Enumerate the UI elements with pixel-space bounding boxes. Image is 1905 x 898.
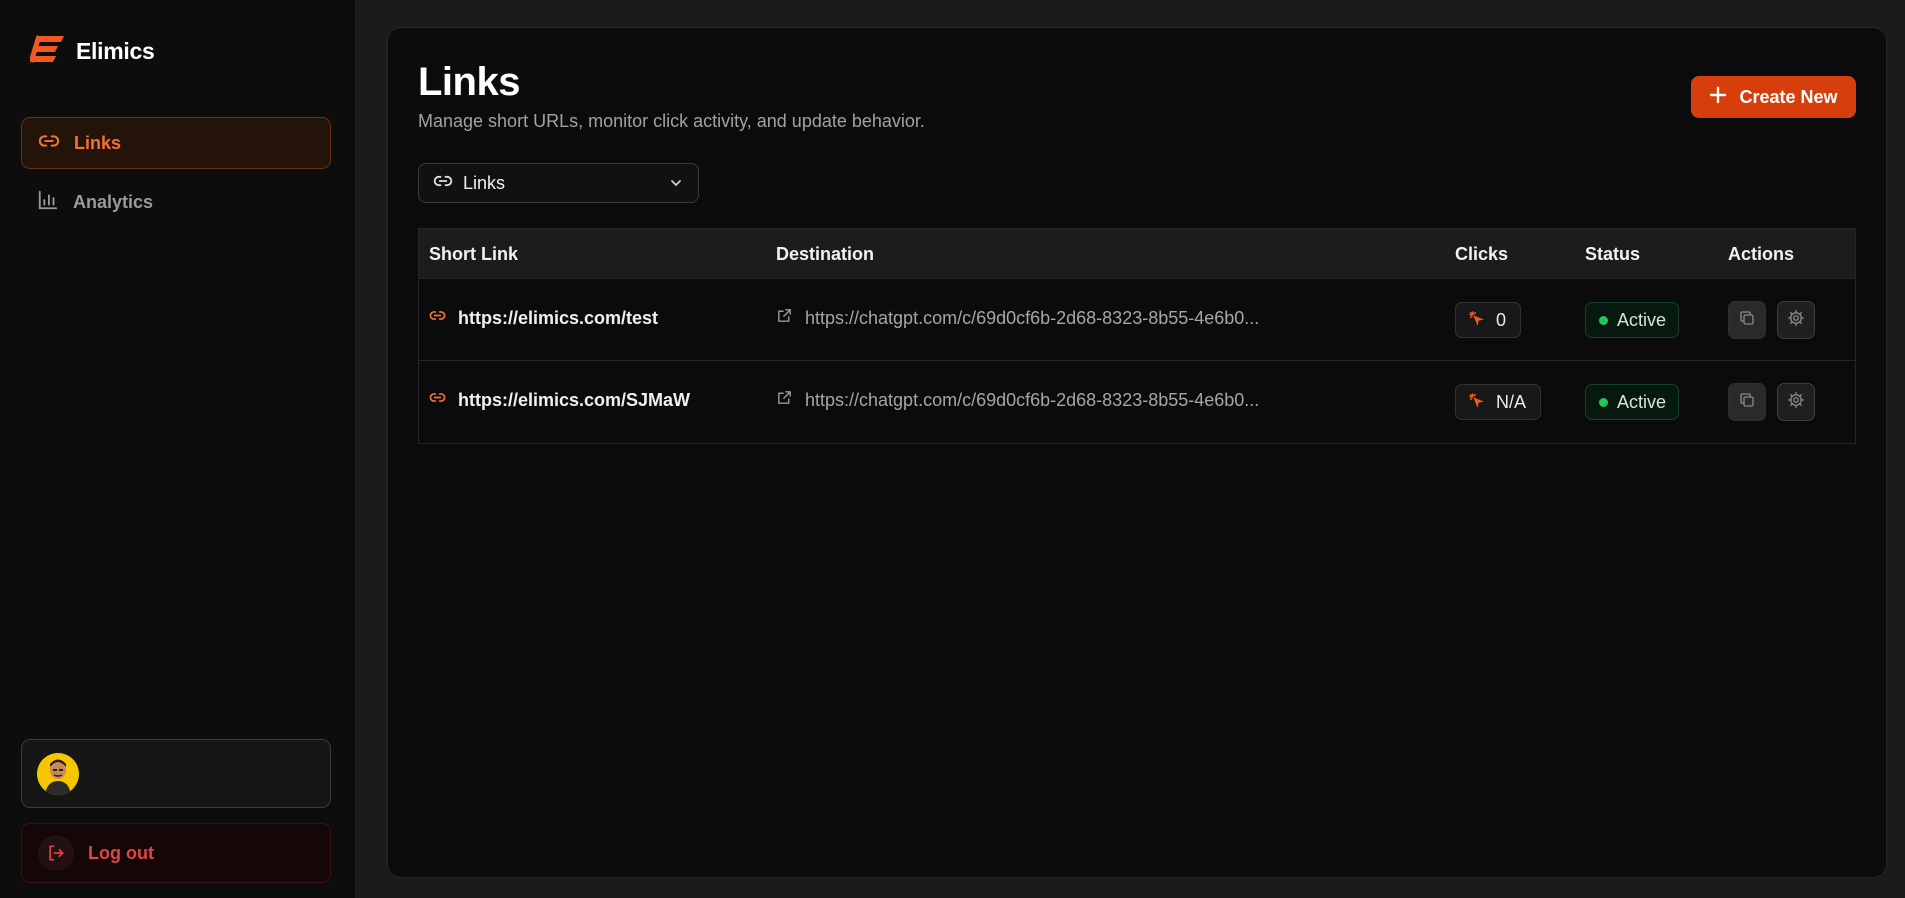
logout-label: Log out — [88, 842, 154, 863]
column-header-status: Status — [1585, 244, 1641, 264]
page-title: Links — [418, 60, 520, 104]
page-subtitle: Manage short URLs, monitor click activit… — [418, 111, 925, 131]
destination-text: https://chatgpt.com/c/69d0cf6b-2d68-8323… — [805, 389, 1260, 410]
table-row: https://elimics.com/test https://chatgpt… — [419, 279, 1855, 361]
sidebar-item-label: Analytics — [73, 191, 154, 212]
link-icon — [433, 171, 453, 196]
create-new-label: Create New — [1739, 86, 1838, 107]
table-header: Short Link Destination Clicks Status Act… — [419, 229, 1855, 279]
status-dot-icon — [1599, 397, 1608, 407]
logout-icon — [38, 835, 74, 871]
copy-button[interactable] — [1728, 383, 1766, 421]
column-header-actions: Actions — [1728, 244, 1795, 264]
link-icon — [429, 307, 446, 329]
column-header-clicks: Clicks — [1455, 244, 1509, 264]
status-badge: Active — [1585, 384, 1680, 420]
plus-icon — [1709, 86, 1727, 109]
status-badge: Active — [1585, 302, 1680, 338]
view-select-value: Links — [463, 172, 506, 193]
links-table: Short Link Destination Clicks Status Act… — [418, 228, 1856, 444]
chevron-down-icon — [668, 175, 684, 196]
clicks-value: N/A — [1496, 391, 1527, 412]
short-link-text: https://elimics.com/test — [458, 307, 659, 328]
copy-icon — [1738, 391, 1756, 414]
column-header-short-link: Short Link — [429, 244, 518, 264]
copy-icon — [1738, 309, 1756, 332]
elimics-logo-icon — [28, 34, 66, 69]
brand-name: Elimics — [76, 38, 155, 64]
short-link[interactable]: https://elimics.com/SJMaW — [429, 389, 690, 411]
settings-button[interactable] — [1777, 383, 1815, 421]
logout-button[interactable]: Log out — [21, 823, 331, 883]
link-icon — [429, 389, 446, 411]
profile-card[interactable] — [21, 739, 331, 808]
external-link-icon — [776, 307, 793, 329]
sidebar-item-label: Links — [74, 132, 122, 153]
view-select[interactable]: Links — [418, 163, 699, 203]
status-text: Active — [1617, 309, 1667, 330]
status-dot-icon — [1599, 315, 1608, 325]
main-panel: Links Manage short URLs, monitor click a… — [387, 27, 1887, 878]
create-new-button[interactable]: Create New — [1691, 76, 1856, 118]
link-icon — [38, 130, 60, 157]
bar-chart-icon — [37, 189, 59, 216]
destination-link[interactable]: https://chatgpt.com/c/69d0cf6b-2d68-8323… — [776, 307, 1259, 329]
brand[interactable]: Elimics — [28, 34, 155, 69]
cursor-click-icon — [1468, 310, 1484, 331]
clicks-badge: 0 — [1455, 302, 1522, 338]
status-text: Active — [1617, 391, 1667, 412]
avatar — [37, 753, 79, 795]
destination-link[interactable]: https://chatgpt.com/c/69d0cf6b-2d68-8323… — [776, 389, 1259, 411]
sidebar-item-analytics[interactable]: Analytics — [21, 176, 331, 228]
table-row: https://elimics.com/SJMaW https://chatgp… — [419, 361, 1855, 443]
sidebar-item-links[interactable]: Links — [21, 117, 331, 169]
gear-icon — [1787, 391, 1805, 414]
external-link-icon — [776, 389, 793, 411]
column-header-destination: Destination — [776, 244, 875, 264]
copy-button[interactable] — [1728, 301, 1766, 339]
cursor-click-icon — [1468, 392, 1484, 413]
gear-icon — [1787, 309, 1805, 332]
short-link[interactable]: https://elimics.com/test — [429, 307, 658, 329]
settings-button[interactable] — [1777, 301, 1815, 339]
short-link-text: https://elimics.com/SJMaW — [458, 389, 691, 410]
clicks-value: 0 — [1496, 309, 1507, 330]
sidebar: Elimics Links Analytics Log out — [0, 0, 356, 898]
destination-text: https://chatgpt.com/c/69d0cf6b-2d68-8323… — [805, 307, 1260, 328]
clicks-badge: N/A — [1455, 384, 1542, 420]
